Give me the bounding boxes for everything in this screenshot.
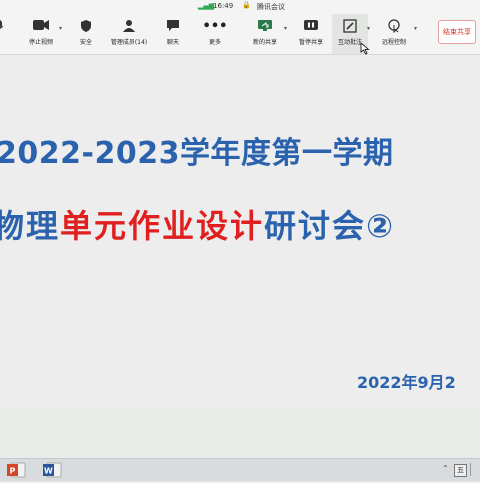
window-title-bar: ▂▄▆ 16:49 🔒 腾讯会议 [0, 0, 480, 14]
remote-options-caret[interactable]: ▾ [414, 25, 417, 32]
slide-highlight: 单元作业设计 [60, 207, 265, 245]
ime-indicator[interactable]: 五 [454, 464, 467, 477]
app-title: 腾讯会议 [257, 3, 285, 11]
annotate-icon [332, 19, 368, 34]
svg-text:W: W [44, 467, 53, 476]
word-icon[interactable]: W [40, 461, 66, 479]
chat-button[interactable]: 聊天 [160, 14, 186, 54]
video-camera-icon [24, 19, 58, 34]
slide-subject: 物理 [0, 207, 61, 245]
members-icon [106, 19, 152, 34]
meeting-toolbar: 停止视频 ▾ 安全 管理成员(14) 聊天 ••• 更多 新的共享 ▾ 暂停共享 [0, 14, 480, 55]
show-desktop-button[interactable] [470, 463, 479, 476]
more-button[interactable]: ••• 更多 [202, 14, 228, 54]
slide-date: 2022年9月2 [357, 373, 456, 392]
new-share-button[interactable]: 新的共享 [248, 14, 282, 54]
lock-icon: 🔒 [242, 1, 251, 9]
slide-seminar-label: 研讨会② [264, 207, 396, 245]
microphone-icon [0, 19, 8, 34]
svg-text:P: P [10, 467, 16, 476]
pause-share-icon [294, 19, 328, 34]
remote-control-icon [376, 19, 412, 34]
remote-control-button[interactable]: 远程控制 [376, 14, 412, 54]
shield-icon [74, 19, 98, 34]
network-signal-icon: ▂▄▆ [198, 2, 215, 10]
share-options-caret[interactable]: ▾ [284, 25, 287, 32]
annotate-options-caret[interactable]: ▾ [367, 25, 370, 32]
manage-members-button[interactable]: 管理成员(14) [106, 14, 152, 54]
more-icon: ••• [202, 19, 228, 34]
slide-title-semester: 2022-2023学年度第一学期 [0, 136, 394, 171]
mute-button[interactable] [0, 14, 8, 54]
new-share-icon [248, 19, 282, 34]
tray-chevron-icon[interactable]: ⌃ [442, 464, 449, 473]
video-options-caret[interactable]: ▾ [59, 25, 62, 32]
security-button[interactable]: 安全 [74, 14, 98, 54]
end-share-button[interactable]: 结束共享 [438, 20, 476, 44]
stop-video-button[interactable]: 停止视频 [24, 14, 58, 54]
powerpoint-icon[interactable]: P [4, 461, 30, 479]
shared-screen-slide: 2022-2023学年度第一学期 物理单元作业设计研讨会② 2022年9月2 [0, 55, 480, 408]
chat-icon [160, 19, 186, 34]
windows-taskbar: P W ⌃ 五 [0, 458, 480, 481]
pause-share-button[interactable]: 暂停共享 [294, 14, 328, 54]
meeting-time: 16:49 [213, 2, 234, 10]
slide-title-seminar: 物理单元作业设计研讨会② [0, 201, 395, 247]
